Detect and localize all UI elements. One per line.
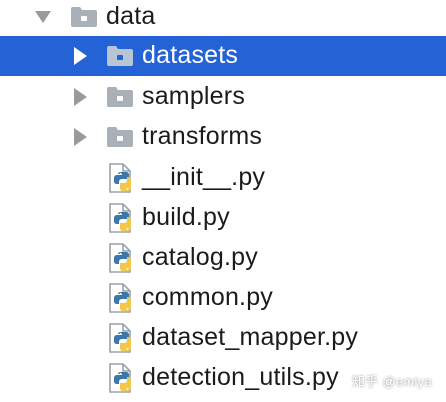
folder-icon xyxy=(106,86,134,108)
tree-item-label: transforms xyxy=(142,121,263,150)
tree-item-label: detection_utils.py xyxy=(142,362,339,391)
tree-item-label: common.py xyxy=(142,282,274,311)
chevron-right-icon[interactable] xyxy=(70,46,90,66)
tree-row-data[interactable]: data xyxy=(0,0,446,37)
tree-item-label: build.py xyxy=(142,202,230,231)
tree-row-file[interactable]: __init__.py xyxy=(0,158,446,198)
chevron-right-icon[interactable] xyxy=(70,87,90,107)
folder-icon xyxy=(70,6,98,28)
chevron-down-icon[interactable] xyxy=(33,7,53,27)
tree-item-label: samplers xyxy=(142,81,246,110)
tree-row-transforms[interactable]: transforms xyxy=(0,117,446,157)
tree-row-samplers[interactable]: samplers xyxy=(0,77,446,117)
tree-row-file[interactable]: catalog.py xyxy=(0,238,446,278)
tree-row-datasets[interactable]: datasets xyxy=(0,36,446,76)
chevron-right-icon[interactable] xyxy=(70,127,90,147)
python-file-icon xyxy=(108,203,136,233)
tree-row-file[interactable]: common.py xyxy=(0,278,446,318)
python-file-icon xyxy=(108,163,136,193)
folder-icon xyxy=(106,126,134,148)
tree-row-file[interactable]: build.py xyxy=(0,198,446,238)
watermark: 知乎 @emiya xyxy=(351,374,432,389)
tree-item-label: dataset_mapper.py xyxy=(142,322,359,351)
tree-row-file[interactable]: dataset_mapper.py xyxy=(0,318,446,358)
project-file-tree: data datasets samplers transforms __init… xyxy=(0,0,446,402)
python-file-icon xyxy=(108,323,136,353)
python-file-icon xyxy=(108,243,136,273)
python-file-icon xyxy=(108,283,136,313)
tree-item-label: datasets xyxy=(142,40,239,69)
folder-icon xyxy=(106,45,134,67)
tree-item-label: data xyxy=(106,1,156,30)
python-file-icon xyxy=(108,363,136,393)
tree-item-label: __init__.py xyxy=(142,162,266,191)
tree-item-label: catalog.py xyxy=(142,242,258,271)
